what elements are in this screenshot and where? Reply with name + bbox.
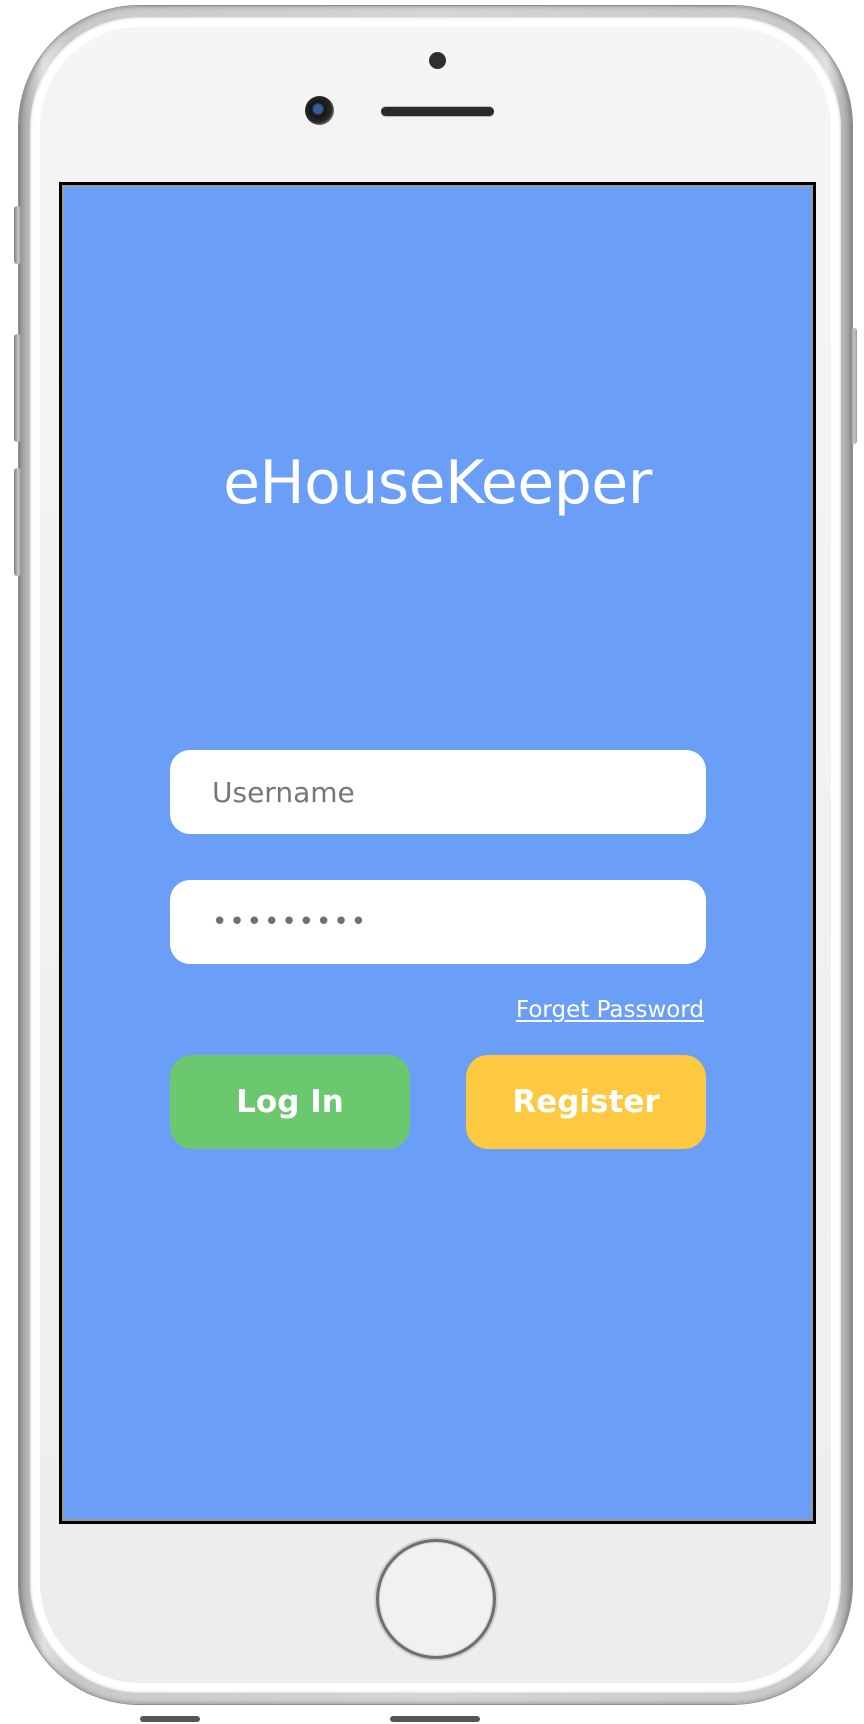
bottom-port-right <box>390 1716 480 1722</box>
password-input[interactable] <box>170 880 706 964</box>
forgot-password-link[interactable]: Forget Password <box>516 997 704 1023</box>
login-screen: eHouseKeeper Forget Password Log In Regi… <box>64 187 811 1519</box>
username-input[interactable] <box>170 750 706 834</box>
register-button[interactable]: Register <box>466 1055 706 1149</box>
sensor-icon <box>429 52 446 69</box>
login-button[interactable]: Log In <box>170 1055 410 1149</box>
volume-down-button <box>14 468 21 576</box>
home-button-icon[interactable] <box>379 1542 493 1656</box>
app-title: eHouseKeeper <box>223 448 652 518</box>
speaker-icon <box>381 107 494 116</box>
volume-up-button <box>14 334 21 442</box>
screen-frame: eHouseKeeper Forget Password Log In Regi… <box>59 182 816 1524</box>
power-button <box>850 328 857 444</box>
screen-bezel: eHouseKeeper Forget Password Log In Regi… <box>62 185 813 1521</box>
camera-icon <box>305 96 334 125</box>
mute-switch <box>14 206 21 264</box>
bottom-port-left <box>140 1716 200 1722</box>
